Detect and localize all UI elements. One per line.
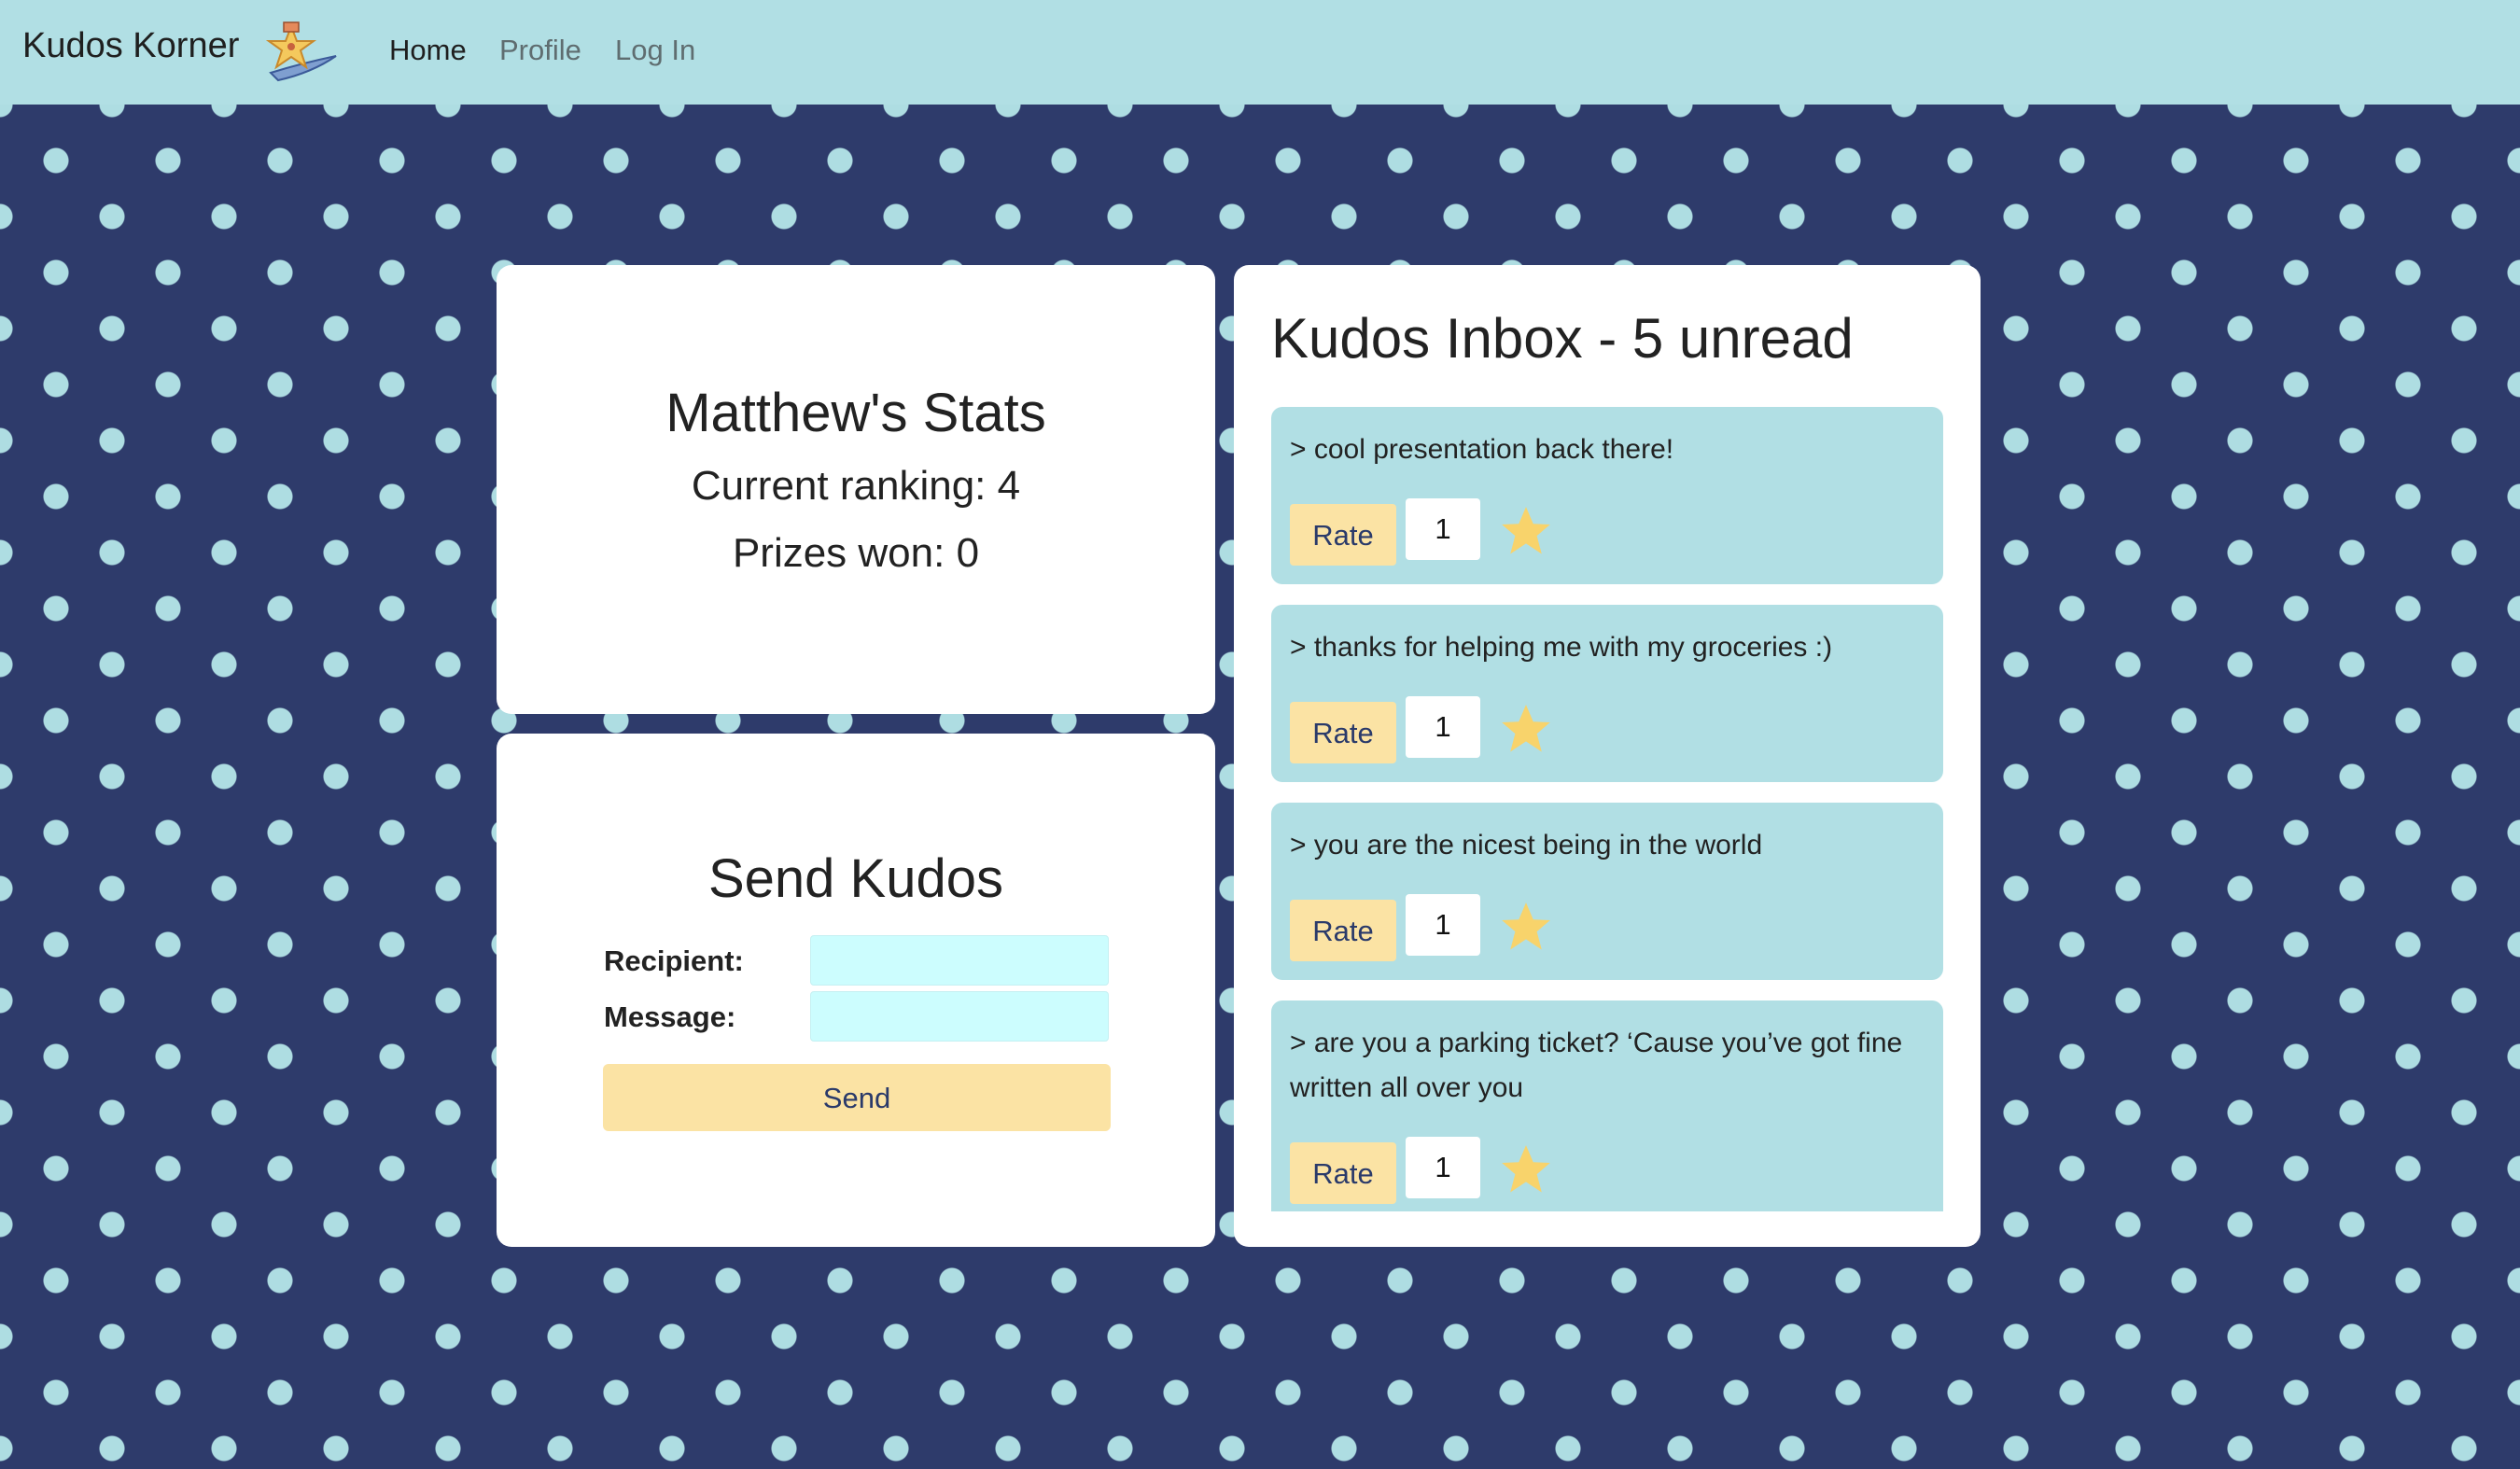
brand-title[interactable]: Kudos Korner [22, 26, 239, 66]
message-text: > cool presentation back there! [1290, 434, 1674, 465]
message-text: > thanks for helping me with my grocerie… [1290, 632, 1833, 663]
rating-row: Rate 1 [1290, 498, 1925, 566]
star-logo-icon [265, 21, 337, 82]
rating-input[interactable]: 1 [1406, 894, 1480, 956]
send-kudos-title: Send Kudos [707, 848, 1004, 909]
nav-profile-link[interactable]: Profile [499, 34, 581, 67]
message-item: > cool presentation back there! Rate 1 [1271, 407, 1943, 584]
send-kudos-card: Send Kudos Recipient: Message: Send [497, 734, 1215, 1247]
navbar: Kudos Korner Home Profile Log In [0, 0, 2520, 105]
message-item: > thanks for helping me with my grocerie… [1271, 605, 1943, 782]
message-label: Message: [604, 1000, 736, 1033]
recipient-input[interactable] [810, 935, 1109, 986]
nav-home-link[interactable]: Home [389, 34, 467, 67]
stats-card: Matthew's Stats Current ranking: 4 Prize… [497, 265, 1215, 714]
star-icon [1502, 1145, 1550, 1193]
message-item: > are you a parking ticket? ‘Cause you’v… [1271, 1000, 1943, 1211]
star-icon [1502, 902, 1550, 950]
rate-button[interactable]: Rate [1290, 504, 1396, 566]
stats-title: Matthew's Stats [665, 383, 1046, 443]
nav-login-link[interactable]: Log In [615, 34, 695, 67]
current-ranking-text: Current ranking: 4 [691, 463, 1021, 509]
rating-row: Rate 1 [1290, 696, 1925, 763]
star-icon [1502, 507, 1550, 554]
message-item: > you are the nicest being in the world … [1271, 803, 1943, 980]
rating-input[interactable]: 1 [1406, 1137, 1480, 1198]
rate-button[interactable]: Rate [1290, 1142, 1396, 1204]
message-text: > are you a parking ticket? ‘Cause you’v… [1290, 1028, 1903, 1103]
send-button[interactable]: Send [603, 1064, 1111, 1131]
message-input[interactable] [810, 991, 1109, 1042]
rating-input[interactable]: 1 [1406, 696, 1480, 758]
rating-row: Rate 1 [1290, 1137, 1925, 1204]
rate-button[interactable]: Rate [1290, 702, 1396, 763]
rate-button[interactable]: Rate [1290, 900, 1396, 961]
rating-row: Rate 1 [1290, 894, 1925, 961]
star-icon [1502, 705, 1550, 752]
recipient-label: Recipient: [604, 944, 744, 977]
message-list: > cool presentation back there! Rate 1 >… [1271, 407, 1943, 1211]
message-text: > you are the nicest being in the world [1290, 830, 1763, 860]
prizes-won-text: Prizes won: 0 [732, 530, 980, 576]
rating-input[interactable]: 1 [1406, 498, 1480, 560]
inbox-scroll-area[interactable]: > cool presentation back there! Rate 1 >… [1271, 407, 1943, 1211]
inbox-title: Kudos Inbox - 5 unread [1271, 307, 1854, 370]
kudos-inbox-card: Kudos Inbox - 5 unread > cool presentati… [1234, 265, 1981, 1247]
